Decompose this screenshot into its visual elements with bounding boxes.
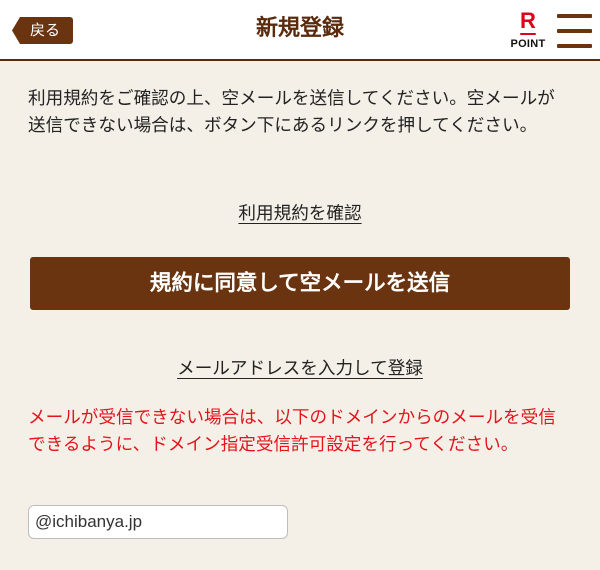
menu-line (557, 14, 592, 18)
back-button-label: 戻る (29, 22, 60, 39)
logo-r-mark: R (520, 8, 536, 33)
signup-screen: 戻る 新規登録 R POINT 利用規約をご確認の上、空メールを送信してください… (0, 0, 600, 570)
logo-point-text: POINT (510, 38, 546, 50)
terms-link[interactable]: 利用規約を確認 (238, 203, 361, 223)
intro-text: 利用規約をご確認の上、空メールを送信してください。空メールが送信できない場合は、… (28, 88, 555, 135)
back-button[interactable]: 戻る (12, 17, 73, 44)
domain-notice-text: メールが受信できない場合は、以下のドメインからのメールを受信できるように、ドメイ… (28, 407, 556, 454)
page-title: 新規登録 (255, 15, 344, 40)
domain-field[interactable] (28, 505, 288, 539)
menu-line (557, 29, 592, 33)
menu-line (557, 44, 592, 48)
send-empty-mail-button[interactable]: 規約に同意して空メールを送信 (30, 257, 570, 310)
register-with-email-link[interactable]: メールアドレスを入力して登録 (177, 358, 423, 378)
register-link-row: メールアドレスを入力して登録 (0, 355, 600, 381)
logo-underline (520, 33, 536, 35)
rakuten-point-logo[interactable]: R POINT (508, 9, 548, 51)
app-header: 戻る 新規登録 R POINT (0, 0, 600, 61)
hamburger-icon[interactable] (557, 13, 592, 48)
terms-link-row: 利用規約を確認 (0, 200, 600, 226)
